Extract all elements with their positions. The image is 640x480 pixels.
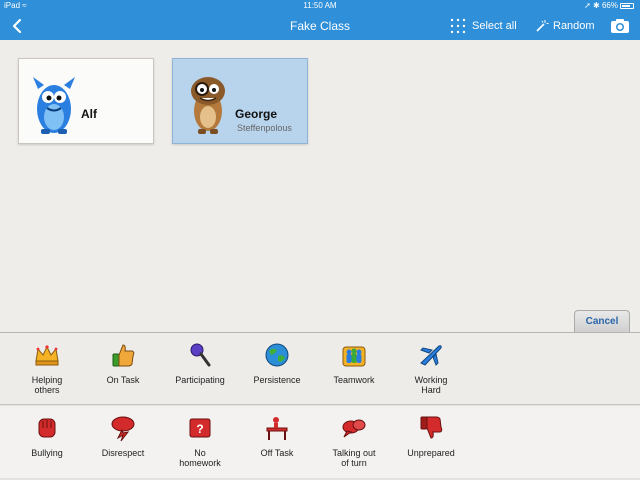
status-time: 11:50 AM — [303, 1, 337, 10]
behavior-disrespect[interactable]: Disrespect — [86, 406, 160, 476]
behavior-working-hard[interactable]: Working Hard — [394, 333, 468, 403]
behavior-on-task[interactable]: On Task — [86, 333, 160, 403]
behavior-no-homework[interactable]: ? No homework — [163, 406, 237, 476]
behavior-label: Helping others — [31, 375, 63, 395]
storm-cloud-icon — [111, 416, 135, 442]
speech-bubble-icon — [342, 419, 366, 438]
airplane-icon — [420, 345, 442, 366]
negative-behaviors-row: Bullying Disrespect ? No homework Off Ta… — [0, 406, 640, 478]
behavior-helping-others[interactable]: Helping others — [10, 333, 84, 403]
behavior-label: Teamwork — [333, 375, 375, 385]
camera-icon[interactable] — [610, 18, 630, 34]
battery-status: ➚ ✱ 66% — [584, 0, 634, 12]
behavior-label: On Task — [106, 375, 140, 385]
magic-wand-icon — [536, 20, 549, 32]
globe-icon — [265, 343, 289, 367]
behavior-label: No homework — [179, 448, 221, 468]
desk-icon — [266, 417, 288, 440]
blue-monster-avatar-icon — [33, 77, 75, 134]
cancel-button[interactable]: Cancel — [574, 310, 630, 332]
random-label: Random — [553, 20, 595, 32]
behavior-persistence[interactable]: Persistence — [240, 333, 314, 403]
behavior-bullying[interactable]: Bullying — [10, 406, 84, 476]
behavior-label: Persistence — [253, 375, 301, 385]
behavior-label: Disrespect — [101, 448, 145, 458]
svg-text:?: ? — [196, 422, 203, 436]
behavior-unprepared[interactable]: Unprepared — [394, 406, 468, 476]
fist-icon — [38, 418, 56, 438]
behavior-label: Talking out of turn — [332, 448, 376, 468]
behavior-label: Off Task — [260, 448, 294, 458]
student-name: George — [235, 107, 278, 121]
positive-behaviors-row: Helping others On Task Participating Per… — [0, 333, 640, 405]
behavior-tray: Helping others On Task Participating Per… — [0, 332, 640, 480]
random-button[interactable]: Random — [535, 18, 595, 34]
behavior-label: Bullying — [31, 448, 63, 458]
grid-dots-icon — [450, 18, 466, 34]
behavior-label: Unprepared — [407, 448, 455, 458]
student-card-george[interactable]: George Steffenpolous — [172, 58, 308, 144]
battery-icon — [620, 3, 634, 9]
student-name: Alf — [81, 107, 97, 121]
brown-monster-avatar-icon — [191, 77, 225, 134]
behavior-participating[interactable]: Participating — [163, 333, 237, 403]
student-card-alf[interactable]: Alf — [18, 58, 154, 144]
team-icon — [342, 346, 366, 367]
crown-icon — [35, 345, 59, 366]
thumbs-up-icon — [112, 344, 135, 367]
select-all-label: Select all — [472, 20, 517, 32]
behavior-label: Participating — [175, 375, 225, 385]
microphone-icon — [190, 343, 211, 367]
behavior-teamwork[interactable]: Teamwork — [317, 333, 391, 403]
student-subname: Steffenpolous — [237, 123, 292, 133]
thumbs-down-icon — [420, 416, 443, 439]
behavior-off-task[interactable]: Off Task — [240, 406, 314, 476]
question-book-icon: ? — [189, 418, 211, 438]
select-all-button[interactable]: Select all — [450, 18, 517, 34]
behavior-label: Working Hard — [414, 375, 448, 395]
nav-bar: Fake Class Select all Random — [0, 12, 640, 40]
behavior-talking-out-of-turn[interactable]: Talking out of turn — [317, 406, 391, 476]
status-bar: iPad ≈ 11:50 AM ➚ ✱ 66% — [0, 0, 640, 12]
